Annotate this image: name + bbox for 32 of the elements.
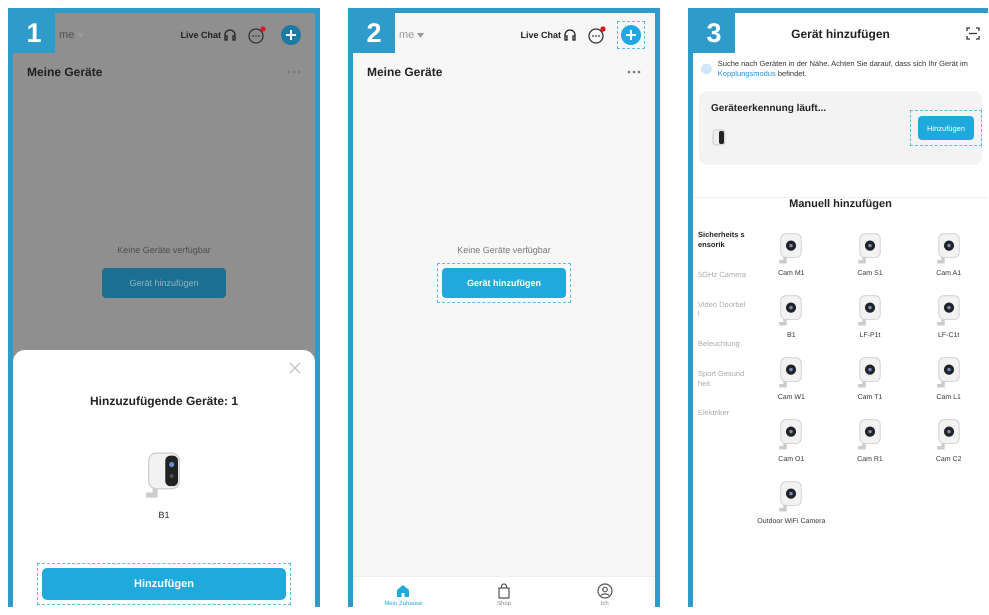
chat-icon[interactable] — [587, 26, 607, 44]
headset-icon — [223, 28, 237, 42]
camera-drawing — [711, 128, 727, 148]
step-number: 1 — [13, 13, 55, 53]
dialog-title: Hinzuzufügende Geräte: 1 — [90, 394, 238, 408]
add-button[interactable]: Hinzufügen — [42, 568, 286, 600]
more-icon[interactable] — [627, 70, 641, 74]
detection-status: Geräteerkennung läuft... — [711, 103, 828, 114]
section-title: Meine Geräte — [27, 65, 102, 79]
caret-icon — [417, 32, 424, 38]
live-chat-button[interactable]: Live Chat — [180, 28, 237, 42]
add-device-button[interactable]: Gerät hinzufügen — [442, 268, 566, 298]
home-selector[interactable]: me — [59, 29, 84, 41]
home-selector[interactable]: me — [399, 29, 424, 41]
step-number: 3 — [693, 13, 735, 53]
profile-icon — [596, 583, 613, 599]
home-icon — [395, 583, 412, 599]
live-chat-button[interactable]: Live Chat — [520, 28, 577, 42]
empty-message: Keine Geräte verfügbar — [117, 245, 211, 255]
section-title: Meine Geräte — [367, 65, 442, 79]
add-icon[interactable] — [621, 25, 641, 45]
device-name: B1 — [158, 510, 170, 522]
section-title: Manuell hinzufügen — [693, 197, 988, 218]
headset-icon — [563, 28, 577, 42]
page-title: Gerät hinzufügen — [791, 27, 890, 41]
shopping-bag-icon — [496, 583, 512, 599]
empty-message: Keine Geräte verfügbar — [457, 245, 551, 255]
add-device-button[interactable]: Gerät hinzufügen — [102, 268, 226, 298]
step-number: 2 — [353, 13, 395, 53]
scan-icon[interactable] — [966, 27, 980, 40]
add-icon[interactable] — [281, 25, 301, 45]
loading-icon — [701, 62, 712, 76]
